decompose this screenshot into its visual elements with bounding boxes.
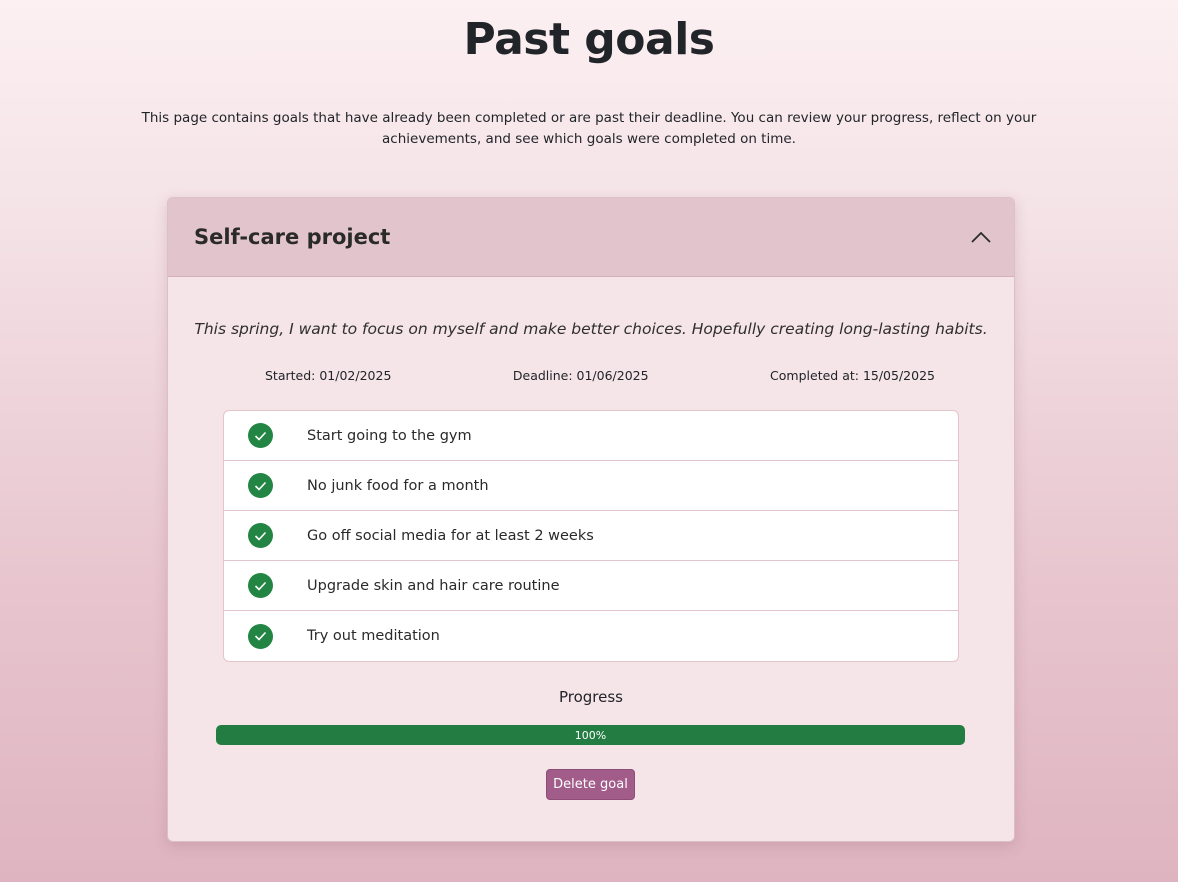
chevron-up-icon[interactable] bbox=[970, 226, 992, 248]
goal-card: Self-care project This spring, I want to… bbox=[167, 197, 1015, 842]
task-list: Start going to the gym No junk food for … bbox=[223, 410, 959, 662]
check-circle-icon bbox=[248, 423, 273, 448]
progress-bar: 100% bbox=[216, 725, 965, 745]
task-item: Go off social media for at least 2 weeks bbox=[224, 511, 958, 561]
progress-fill: 100% bbox=[216, 725, 965, 745]
task-item: Upgrade skin and hair care routine bbox=[224, 561, 958, 611]
task-label: Go off social media for at least 2 weeks bbox=[307, 527, 594, 544]
delete-goal-button[interactable]: Delete goal bbox=[546, 769, 635, 800]
task-label: Start going to the gym bbox=[307, 427, 472, 444]
start-date: Started: 01/02/2025 bbox=[265, 368, 392, 383]
task-label: Upgrade skin and hair care routine bbox=[307, 577, 560, 594]
goal-title: Self-care project bbox=[194, 225, 391, 249]
check-circle-icon bbox=[248, 573, 273, 598]
progress-label: Progress bbox=[558, 688, 623, 706]
goal-accordion-header[interactable]: Self-care project bbox=[168, 198, 1014, 277]
check-circle-icon bbox=[248, 523, 273, 548]
check-circle-icon bbox=[248, 623, 273, 649]
completed-date: Completed at: 15/05/2025 bbox=[770, 368, 935, 383]
page-intro: This page contains goals that have alrea… bbox=[141, 110, 1037, 147]
check-circle-icon bbox=[248, 473, 273, 498]
task-label: Try out meditation bbox=[307, 628, 440, 644]
goal-description: This spring, I want to focus on myself a… bbox=[194, 320, 988, 338]
deadline-date: Deadline: 01/06/2025 bbox=[512, 368, 649, 383]
task-item: Start going to the gym bbox=[224, 411, 958, 461]
goal-dates: Started: 01/02/2025 Deadline: 01/06/2025… bbox=[265, 368, 935, 383]
task-item: No junk food for a month bbox=[224, 461, 958, 511]
page-title: Past goals bbox=[463, 14, 716, 65]
task-label: No junk food for a month bbox=[307, 477, 489, 494]
task-item: Try out meditation bbox=[224, 611, 958, 661]
